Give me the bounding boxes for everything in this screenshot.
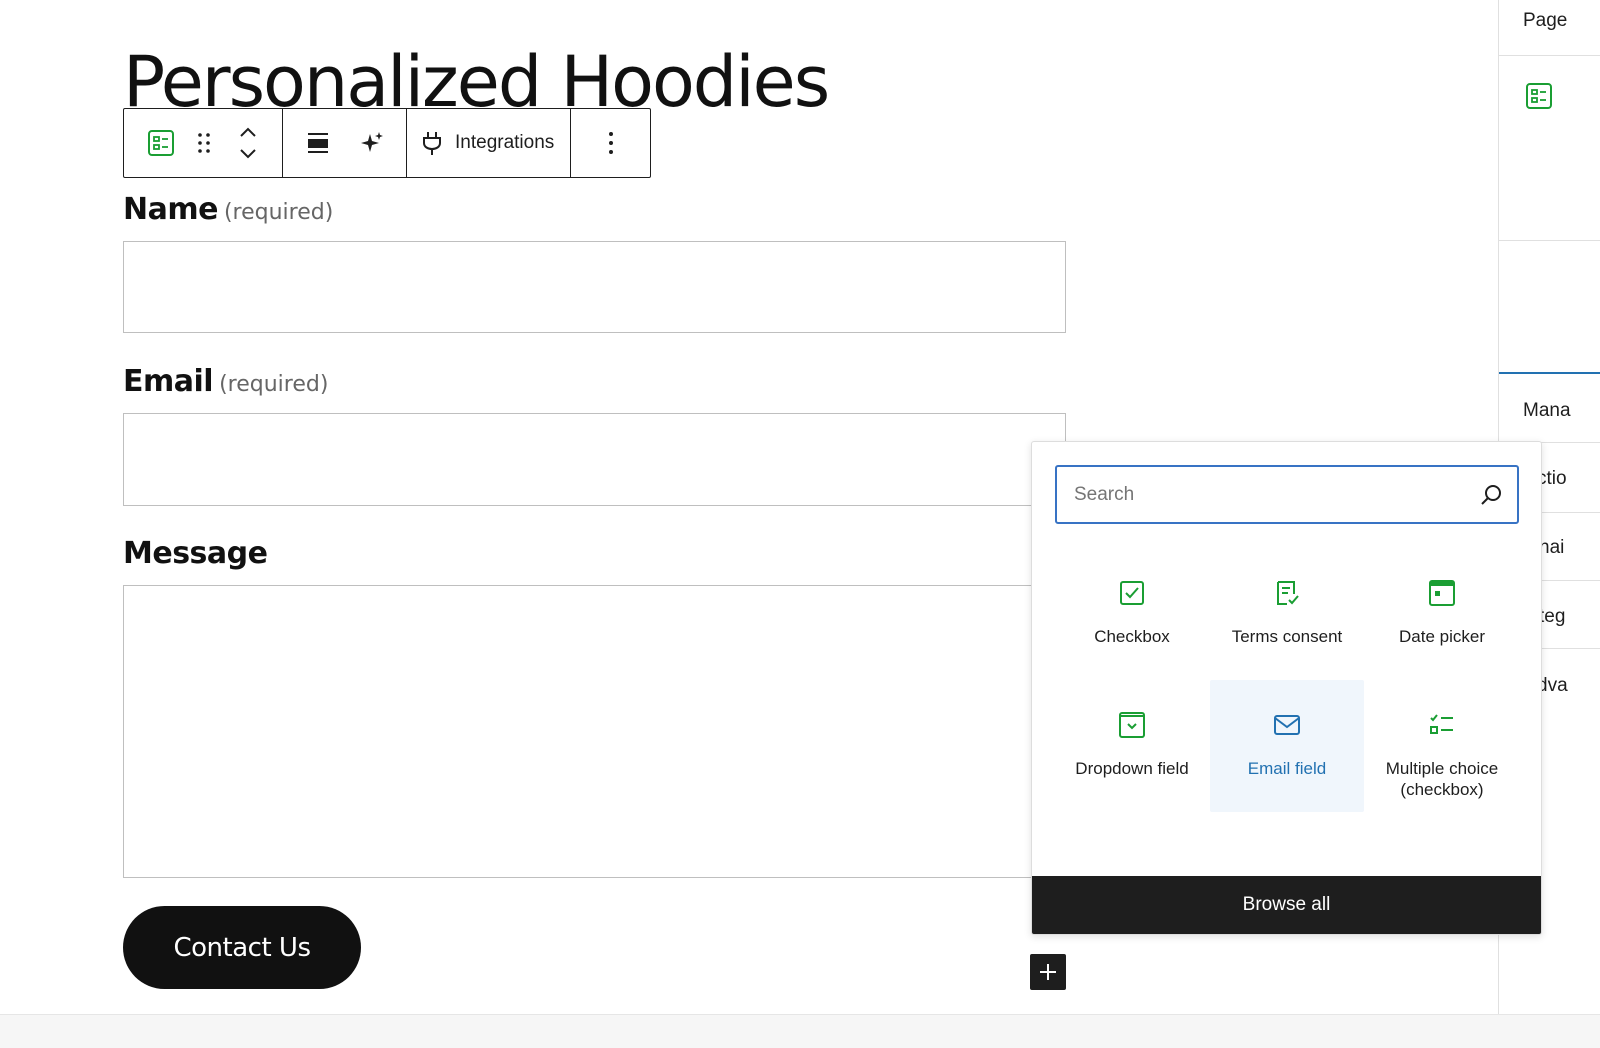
name-label: Name (required): [123, 192, 333, 227]
checkbox-icon: [1119, 576, 1145, 610]
name-input[interactable]: [123, 241, 1066, 333]
name-label-text: Name: [123, 192, 218, 227]
email-label-text: Email: [123, 364, 214, 399]
toolbar-integrations-group: Integrations: [407, 109, 572, 177]
toolbar-align-group: [283, 109, 407, 177]
block-toolbar: Integrations: [123, 108, 651, 178]
plus-icon: [1040, 964, 1056, 980]
align-wide-icon[interactable]: [283, 109, 353, 177]
email-label: Email (required): [123, 364, 328, 399]
message-label-text: Message: [123, 536, 268, 571]
search-input[interactable]: [1074, 483, 1479, 506]
email-required-text: (required): [219, 372, 329, 397]
toolbar-block-group: [124, 109, 283, 177]
chevron-down-icon[interactable]: [239, 148, 257, 159]
form-block-icon[interactable]: [134, 109, 188, 177]
email-input[interactable]: [123, 413, 1066, 506]
block-item-label: Checkbox: [1094, 627, 1170, 646]
message-label: Message: [123, 536, 268, 571]
sidebar-divider: [1499, 240, 1600, 241]
contact-us-button[interactable]: Contact Us: [123, 906, 361, 989]
move-up-down-buttons: [220, 109, 276, 177]
more-options-icon[interactable]: [571, 109, 650, 177]
sidebar-row[interactable]: Mana: [1523, 400, 1571, 422]
block-item-label: Date picker: [1399, 627, 1485, 646]
chevron-up-icon[interactable]: [239, 127, 257, 138]
editor-footer-bar: [0, 1014, 1600, 1048]
integrations-button[interactable]: Integrations: [407, 109, 570, 177]
ai-sparkle-icon[interactable]: [353, 109, 391, 177]
block-inserter-popover: Checkbox Terms consent Date picker Dropd…: [1031, 441, 1542, 935]
block-item-date-picker[interactable]: Date picker: [1365, 548, 1519, 680]
add-block-button[interactable]: [1030, 954, 1066, 990]
block-item-dropdown-field[interactable]: Dropdown field: [1055, 680, 1209, 812]
message-textarea[interactable]: [123, 585, 1066, 878]
name-required-text: (required): [223, 200, 334, 225]
sidebar-row[interactable]: teg: [1539, 606, 1565, 628]
dropdown-icon: [1118, 708, 1146, 742]
inserter-search: [1055, 465, 1519, 524]
integrations-label: Integrations: [455, 132, 555, 153]
date-picker-icon: [1428, 576, 1456, 610]
block-item-multiple-choice[interactable]: Multiple choice (checkbox): [1365, 680, 1519, 812]
block-item-label: Terms consent: [1231, 627, 1343, 646]
block-item-label: Email field: [1247, 759, 1327, 778]
plug-icon: [423, 132, 441, 155]
sidebar-tab-page[interactable]: Page: [1523, 10, 1567, 32]
block-item-label: Multiple choice (checkbox): [1385, 759, 1499, 799]
toolbar-options-group: [571, 109, 650, 177]
multiple-choice-icon: [1428, 708, 1456, 742]
browse-all-button[interactable]: Browse all: [1032, 876, 1541, 934]
drag-handle-icon[interactable]: [188, 109, 220, 177]
envelope-icon: [1273, 708, 1301, 742]
block-item-checkbox[interactable]: Checkbox: [1055, 548, 1209, 680]
sidebar-row[interactable]: nai: [1539, 537, 1564, 559]
terms-consent-icon: [1274, 576, 1300, 610]
search-icon: [1481, 484, 1501, 505]
sidebar-active-tab-indicator: [1499, 372, 1600, 374]
block-item-terms-consent[interactable]: Terms consent: [1210, 548, 1364, 680]
sidebar-divider: [1499, 55, 1600, 56]
form-block-icon: [1525, 82, 1553, 115]
block-item-email-field[interactable]: Email field: [1210, 680, 1364, 812]
block-item-label: Dropdown field: [1075, 759, 1189, 778]
